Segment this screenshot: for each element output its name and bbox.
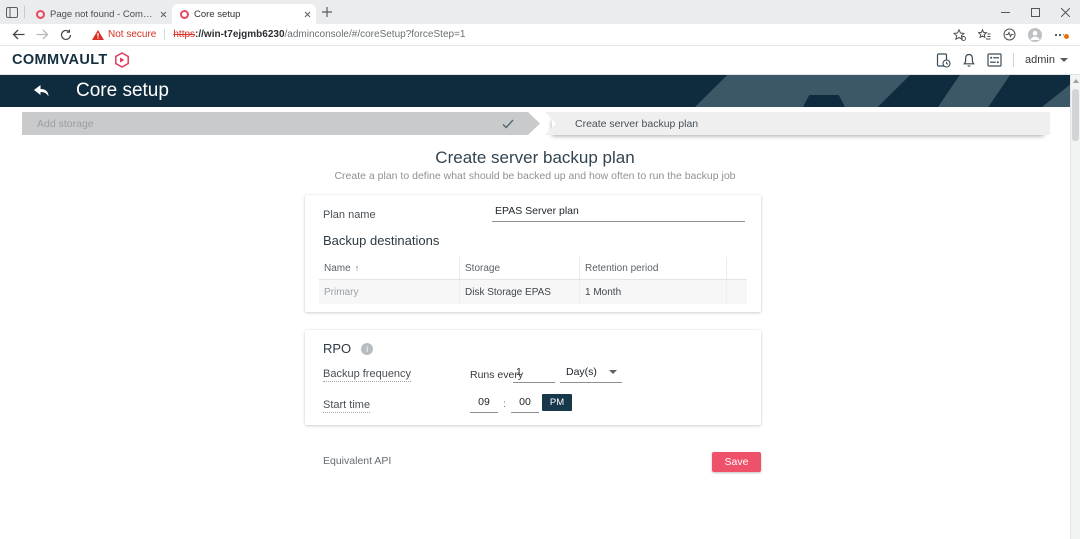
app-header-actions: admin bbox=[936, 53, 1068, 68]
jobs-icon[interactable] bbox=[936, 53, 951, 68]
forward-icon[interactable] bbox=[30, 25, 54, 45]
table-header-row: Name ↑ Storage Retention period bbox=[319, 257, 747, 280]
column-header-retention[interactable]: Retention period bbox=[580, 257, 727, 279]
url-host: ://win-t7ejgmb6230 bbox=[195, 29, 284, 40]
cell-retention: 1 Month bbox=[580, 280, 727, 304]
new-tab-icon[interactable] bbox=[316, 1, 338, 23]
url-field[interactable]: Not secure https ://win-t7ejgmb6230 /adm… bbox=[84, 26, 947, 44]
step-complete-check-icon bbox=[502, 119, 514, 129]
commvault-favicon bbox=[36, 10, 45, 19]
cell-empty bbox=[727, 280, 747, 304]
rpo-heading: RPO bbox=[323, 341, 373, 356]
notifications-bell-icon[interactable] bbox=[962, 53, 976, 68]
column-header-name[interactable]: Name ↑ bbox=[319, 257, 460, 279]
content-title: Create server backup plan bbox=[0, 148, 1070, 168]
plan-name-input[interactable]: EPAS Server plan bbox=[492, 205, 745, 222]
collections-icon[interactable] bbox=[978, 29, 991, 41]
tab-close-icon[interactable] bbox=[160, 11, 167, 18]
frequency-unit-select[interactable]: Day(s) bbox=[560, 366, 622, 383]
content-subtitle: Create a plan to define what should be b… bbox=[0, 170, 1070, 182]
destinations-table: Name ↑ Storage Retention period Primary … bbox=[319, 257, 747, 304]
tab-close-icon[interactable] bbox=[304, 11, 311, 18]
column-header-empty bbox=[727, 257, 747, 279]
start-hour-input[interactable]: 09 bbox=[470, 396, 498, 413]
wizard-steps: Add storage Create server backup plan bbox=[22, 112, 1050, 135]
minimize-icon[interactable] bbox=[990, 0, 1020, 24]
add-favorite-icon[interactable] bbox=[953, 29, 966, 41]
save-button[interactable]: Save bbox=[712, 452, 761, 472]
tab-divider bbox=[24, 6, 25, 18]
page-scrollbar[interactable] bbox=[1070, 75, 1080, 539]
browser-menu-icon[interactable] bbox=[1054, 33, 1066, 37]
page-title: Core setup bbox=[76, 80, 169, 102]
url-path: /adminconsole/#/coreSetup?forceStep=1 bbox=[285, 29, 466, 40]
start-time-label: Start time bbox=[323, 399, 370, 413]
browser-essentials-icon[interactable] bbox=[1003, 28, 1016, 41]
apps-panel-icon[interactable] bbox=[987, 53, 1002, 67]
scrollbar-up-icon[interactable] bbox=[1073, 79, 1079, 83]
window-controls bbox=[990, 0, 1080, 24]
browser-address-bar: Not secure https ://win-t7ejgmb6230 /adm… bbox=[0, 24, 1080, 46]
step-label: Create server backup plan bbox=[575, 118, 698, 130]
frequency-value-input[interactable]: 1 bbox=[513, 366, 555, 383]
scrollbar-thumb[interactable] bbox=[1072, 89, 1079, 141]
tab-page-not-found[interactable]: Page not found - Commvault bbox=[28, 4, 172, 24]
column-header-label: Retention period bbox=[585, 263, 658, 274]
header-divider bbox=[1013, 53, 1014, 67]
menu-notification-badge bbox=[1063, 33, 1070, 40]
browser-toolbar-icons bbox=[953, 28, 1074, 42]
step-create-server-backup-plan[interactable]: Create server backup plan bbox=[545, 112, 1050, 135]
back-icon[interactable] bbox=[6, 25, 30, 45]
step-add-storage[interactable]: Add storage bbox=[22, 112, 540, 135]
backup-frequency-label: Backup frequency bbox=[323, 368, 411, 382]
step-label: Add storage bbox=[37, 118, 94, 130]
page-banner: Core setup bbox=[0, 75, 1070, 107]
user-menu-label: admin bbox=[1025, 54, 1055, 66]
maximize-icon[interactable] bbox=[1020, 0, 1050, 24]
refresh-icon[interactable] bbox=[54, 25, 78, 45]
vertical-tabs-icon[interactable] bbox=[0, 0, 24, 24]
column-header-storage[interactable]: Storage bbox=[460, 257, 580, 279]
commvault-favicon bbox=[180, 10, 189, 19]
app-header: COMMVAULT admin bbox=[0, 46, 1080, 75]
url-scheme: https bbox=[173, 29, 195, 40]
user-menu[interactable]: admin bbox=[1025, 54, 1068, 66]
tab-core-setup[interactable]: Core setup bbox=[172, 4, 316, 24]
table-row[interactable]: Primary Disk Storage EPAS 1 Month bbox=[319, 280, 747, 304]
start-minute-input[interactable]: 00 bbox=[511, 396, 539, 413]
chevron-down-icon bbox=[609, 370, 617, 374]
browser-tab-bar: Page not found - Commvault Core setup bbox=[0, 0, 1080, 24]
info-icon[interactable] bbox=[361, 343, 373, 355]
column-header-label: Name bbox=[324, 263, 351, 274]
banner-back-icon[interactable] bbox=[30, 84, 52, 99]
rpo-heading-label: RPO bbox=[323, 341, 351, 356]
tab-title: Core setup bbox=[194, 9, 300, 20]
close-window-icon[interactable] bbox=[1050, 0, 1080, 24]
cell-storage: Disk Storage EPAS bbox=[460, 280, 580, 304]
tab-title: Page not found - Commvault bbox=[50, 9, 156, 20]
column-header-label: Storage bbox=[465, 263, 500, 274]
not-secure-label[interactable]: Not secure bbox=[108, 29, 156, 40]
meridiem-toggle[interactable]: PM bbox=[542, 394, 572, 411]
backup-destinations-heading: Backup destinations bbox=[323, 233, 439, 248]
plan-name-label: Plan name bbox=[323, 209, 376, 221]
url-divider bbox=[164, 29, 165, 40]
equivalent-api-link[interactable]: Equivalent API bbox=[323, 455, 391, 467]
plan-card: Plan name EPAS Server plan Backup destin… bbox=[305, 195, 761, 312]
rpo-card: RPO Backup frequency Runs every 1 Day(s)… bbox=[305, 330, 761, 425]
commvault-logo-icon bbox=[114, 52, 130, 68]
time-separator: : bbox=[503, 398, 506, 410]
cell-name[interactable]: Primary bbox=[319, 280, 460, 304]
frequency-unit-value: Day(s) bbox=[566, 366, 597, 378]
sort-asc-icon: ↑ bbox=[355, 263, 360, 273]
commvault-wordmark: COMMVAULT bbox=[12, 52, 108, 68]
profile-avatar[interactable] bbox=[1028, 28, 1042, 42]
security-warning-icon[interactable] bbox=[92, 30, 104, 40]
chevron-down-icon bbox=[1060, 58, 1068, 62]
